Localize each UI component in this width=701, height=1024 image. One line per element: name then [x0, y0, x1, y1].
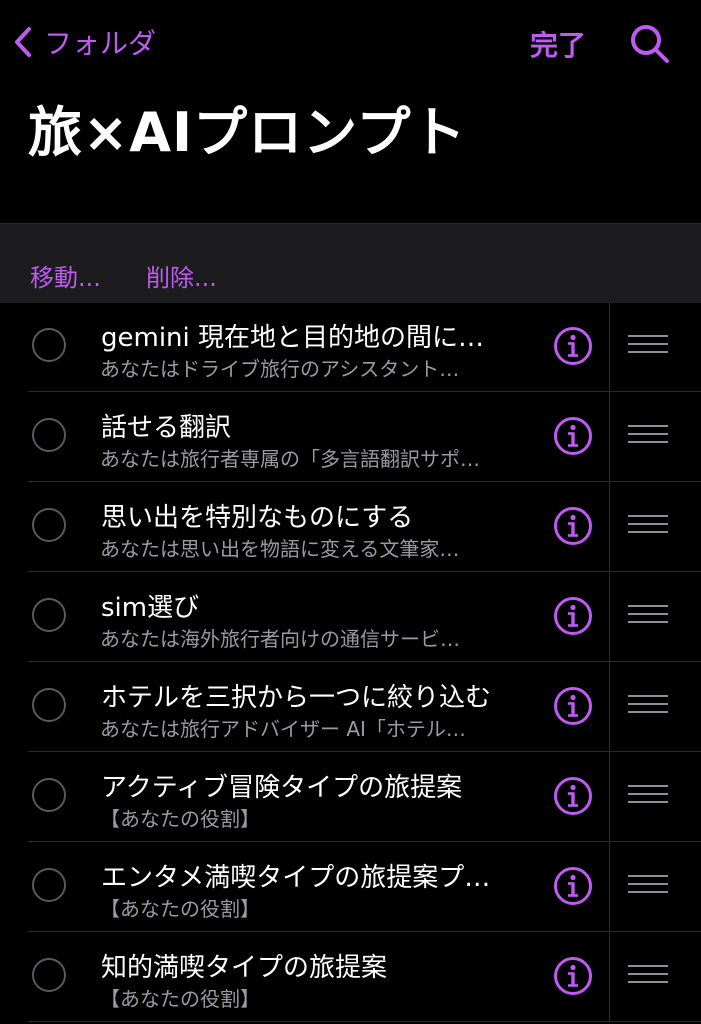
select-radio[interactable] [32, 508, 66, 542]
back-button[interactable]: フォルダ [12, 20, 156, 64]
info-icon[interactable] [553, 866, 593, 906]
select-radio[interactable] [32, 868, 66, 902]
back-button-label: フォルダ [44, 27, 157, 60]
edit-toolbar: 移動... 削除... [0, 223, 701, 303]
delete-button[interactable]: 削除... [146, 258, 217, 293]
note-title: 話せる翻訳 [101, 413, 232, 443]
note-title: ホテルを三択から一つに絞り込む [101, 683, 492, 713]
select-radio[interactable] [32, 598, 66, 632]
info-icon[interactable] [553, 776, 593, 816]
chevron-left-icon [15, 27, 31, 57]
note-title: 知的満喫タイプの旅提案 [101, 953, 388, 983]
done-button[interactable]: 完了 [530, 24, 586, 64]
note-title: アクティブ冒険タイプの旅提案 [101, 773, 463, 803]
note-list: gemini 現在地と目的地の間に… あなたはドライブ旅行のアシスタント… 話せ… [0, 302, 701, 1022]
note-preview: あなたは海外旅行者向けの通信サービ… [100, 627, 460, 651]
info-icon[interactable] [553, 506, 593, 546]
note-title: gemini 現在地と目的地の間に… [101, 323, 485, 353]
row-divider [609, 392, 610, 481]
navigation-bar: フォルダ 完了 [0, 0, 701, 86]
row-divider [609, 482, 610, 571]
reorder-handle-icon[interactable] [628, 425, 668, 447]
note-preview: あなたは旅行者専属の「多言語翻訳サポ… [100, 447, 480, 471]
select-radio[interactable] [32, 418, 66, 452]
reorder-handle-icon[interactable] [628, 515, 668, 537]
note-row[interactable]: 思い出を特別なものにする あなたは思い出を物語に変える文筆家… [28, 482, 701, 572]
note-preview: 【あなたの役割】 [100, 897, 260, 921]
note-row[interactable]: エンタメ満喫タイプの旅提案プ… 【あなたの役割】 [28, 842, 701, 932]
row-divider [609, 752, 610, 841]
note-row[interactable]: アクティブ冒険タイプの旅提案 【あなたの役割】 [28, 752, 701, 842]
search-icon [631, 25, 669, 63]
row-divider [609, 572, 610, 661]
note-preview: あなたは旅行アドバイザー AI「ホテル… [100, 717, 466, 741]
note-preview: 【あなたの役割】 [100, 987, 260, 1011]
row-divider [609, 932, 610, 1021]
move-button[interactable]: 移動... [30, 258, 101, 293]
note-row[interactable]: 話せる翻訳 あなたは旅行者専属の「多言語翻訳サポ… [28, 392, 701, 482]
reorder-handle-icon[interactable] [628, 785, 668, 807]
reorder-handle-icon[interactable] [628, 605, 668, 627]
select-radio[interactable] [32, 688, 66, 722]
note-preview: 【あなたの役割】 [100, 807, 260, 831]
note-preview: あなたはドライブ旅行のアシスタント… [100, 357, 460, 381]
row-divider [609, 662, 610, 751]
reorder-handle-icon[interactable] [628, 695, 668, 717]
note-row[interactable]: sim選び あなたは海外旅行者向けの通信サービ… [28, 572, 701, 662]
select-radio[interactable] [32, 328, 66, 362]
info-icon[interactable] [553, 326, 593, 366]
note-title: sim選び [101, 593, 200, 623]
select-radio[interactable] [32, 778, 66, 812]
page-title: 旅×AIプロンプト [28, 101, 467, 164]
info-icon[interactable] [553, 596, 593, 636]
reorder-handle-icon[interactable] [628, 965, 668, 987]
row-divider [609, 302, 610, 391]
reorder-handle-icon[interactable] [628, 875, 668, 897]
note-row[interactable]: ホテルを三択から一つに絞り込む あなたは旅行アドバイザー AI「ホテル… [28, 662, 701, 752]
info-icon[interactable] [553, 686, 593, 726]
select-radio[interactable] [32, 958, 66, 992]
reorder-handle-icon[interactable] [628, 335, 668, 357]
info-icon[interactable] [553, 956, 593, 996]
search-button[interactable] [628, 22, 672, 66]
note-title: 思い出を特別なものにする [101, 503, 414, 533]
row-divider [609, 842, 610, 931]
note-row[interactable]: 知的満喫タイプの旅提案 【あなたの役割】 [28, 932, 701, 1022]
note-title: エンタメ満喫タイプの旅提案プ… [101, 863, 491, 893]
note-preview: あなたは思い出を物語に変える文筆家… [100, 537, 460, 561]
info-icon[interactable] [553, 416, 593, 456]
note-row[interactable]: gemini 現在地と目的地の間に… あなたはドライブ旅行のアシスタント… [28, 302, 701, 392]
